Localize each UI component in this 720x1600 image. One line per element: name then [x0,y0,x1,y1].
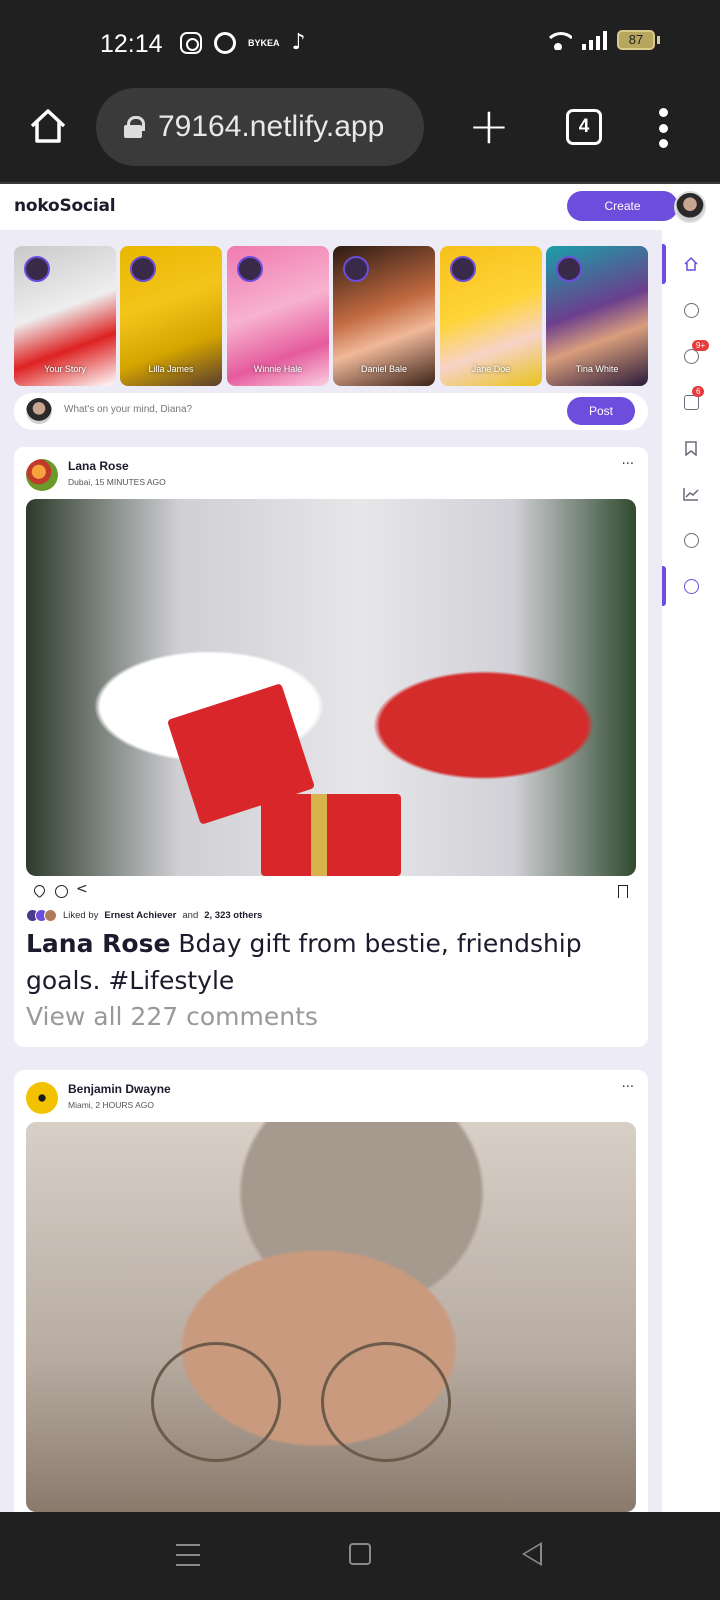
story-avatar [24,256,50,282]
sidebar-item-explore[interactable] [662,290,720,330]
create-button[interactable]: Create [567,191,678,221]
story-card[interactable]: Jane Doe [440,246,542,386]
stories-row: Your Story Lilla James Winnie Hale Danie… [14,246,654,386]
story-avatar [237,256,263,282]
battery-tip [657,36,660,44]
notifications-badge: 9+ [692,340,710,351]
author-name[interactable]: Lana Rose [68,459,129,473]
view-comments-link[interactable]: View all 227 comments [26,1002,318,1031]
site-logo[interactable]: nokoSocial [14,196,116,216]
system-navigation-bar [0,1512,720,1600]
url-text: 79164.netlify.app [158,110,385,143]
share-icon[interactable] [76,881,89,898]
story-card[interactable]: Daniel Bale [333,246,435,386]
story-avatar [556,256,582,282]
bookmark-icon[interactable] [618,885,628,898]
story-avatar [343,256,369,282]
caption-author[interactable]: Lana Rose [26,929,170,958]
status-bar: 12:14 BYKEA ♪ 87 [0,0,720,88]
instagram-icon [180,31,202,54]
wifi-icon [544,30,572,50]
tiktok-icon: ♪ [291,30,306,55]
status-app-icons: BYKEA ♪ [180,30,306,55]
system-home-icon[interactable] [349,1543,371,1565]
feed-post: Lana Rose Dubai, 15 MINUTES AGO ··· Like… [14,447,648,1047]
story-name: Daniel Bale [360,364,408,374]
post-button[interactable]: Post [567,397,635,425]
sidebar-item-analytics[interactable] [662,474,720,514]
post-photo[interactable] [26,499,636,876]
glasses-shape [151,1342,461,1462]
post-caption: Lana Rose Bday gift from bestie, friends… [26,925,626,999]
post-actions [26,881,636,902]
lock-icon [124,116,145,138]
liked-by-and: and [182,910,199,921]
gift-box [261,794,401,876]
story-name: Jane Doe [471,364,511,374]
signal-icon [582,30,607,50]
story-card[interactable]: Winnie Hale [227,246,329,386]
bykea-icon: BYKEA [248,37,280,48]
author-name[interactable]: Benjamin Dwayne [68,1082,171,1096]
liked-by-prefix: Liked by [63,910,99,921]
status-time: 12:14 [100,30,163,58]
sidebar-item-settings[interactable] [662,566,720,606]
story-card[interactable]: Lilla James [120,246,222,386]
browser-toolbar: 79164.netlify.app + 4 [0,88,720,184]
browser-menu-button[interactable] [658,108,668,148]
liked-by-count[interactable]: 2, 323 others [204,910,262,921]
battery-icon: 87 [617,30,655,50]
home-icon[interactable] [28,106,68,146]
author-avatar[interactable] [26,459,58,491]
profile-avatar[interactable] [674,191,706,223]
sidebar-item-theme[interactable] [662,520,720,560]
post-meta: Miami, 2 HOURS AGO [68,1100,154,1110]
explore-icon [683,302,699,318]
web-page: nokoSocial Create 9+ 6 Your Story Lilla … [0,184,720,1512]
liked-by-avatars [26,909,57,922]
story-card[interactable]: Tina White [546,246,648,386]
feed-post: Benjamin Dwayne Miami, 2 HOURS AGO ··· [14,1070,648,1512]
right-sidebar: 9+ 6 [662,230,720,1512]
story-avatar [450,256,476,282]
liked-by-name[interactable]: Ernest Achiever [104,910,176,921]
post-composer: What's on your mind, Diana? Post [14,393,648,430]
story-name: Your Story [44,364,86,374]
sidebar-item-home[interactable] [662,244,720,284]
home-icon [684,256,698,271]
tab-switcher-button[interactable]: 4 [566,109,602,145]
address-bar[interactable]: 79164.netlify.app [96,88,424,166]
author-avatar[interactable] [26,1082,58,1114]
sidebar-item-notifications[interactable]: 9+ [662,336,720,376]
messages-badge: 6 [692,386,705,397]
analytics-icon [683,488,699,501]
bookmarks-icon [685,440,697,456]
status-system-icons: 87 [544,30,660,50]
story-name: Winnie Hale [253,364,303,374]
story-name: Tina White [575,364,619,374]
story-card[interactable]: Your Story [14,246,116,386]
recent-apps-icon[interactable] [176,1544,200,1566]
composer-input[interactable]: What's on your mind, Diana? [64,404,192,415]
theme-icon [683,532,699,548]
new-tab-button[interactable]: + [468,98,510,154]
story-name: Lilla James [148,364,194,374]
back-icon[interactable] [522,1542,542,1566]
settings-icon [683,578,699,594]
liked-by: Liked by Ernest Achiever and 2, 323 othe… [26,909,262,922]
sidebar-item-messages[interactable]: 6 [662,382,720,422]
sidebar-item-bookmarks[interactable] [662,428,720,468]
heart-icon[interactable] [31,882,48,899]
post-photo[interactable] [26,1122,636,1512]
more-options-icon[interactable]: ··· [622,1080,634,1095]
story-avatar [130,256,156,282]
comment-icon[interactable] [55,885,68,898]
more-options-icon[interactable]: ··· [622,457,634,472]
post-meta: Dubai, 15 MINUTES AGO [68,477,166,487]
site-nav: nokoSocial Create [0,184,720,230]
timer-icon [214,31,236,54]
composer-avatar [26,398,52,424]
